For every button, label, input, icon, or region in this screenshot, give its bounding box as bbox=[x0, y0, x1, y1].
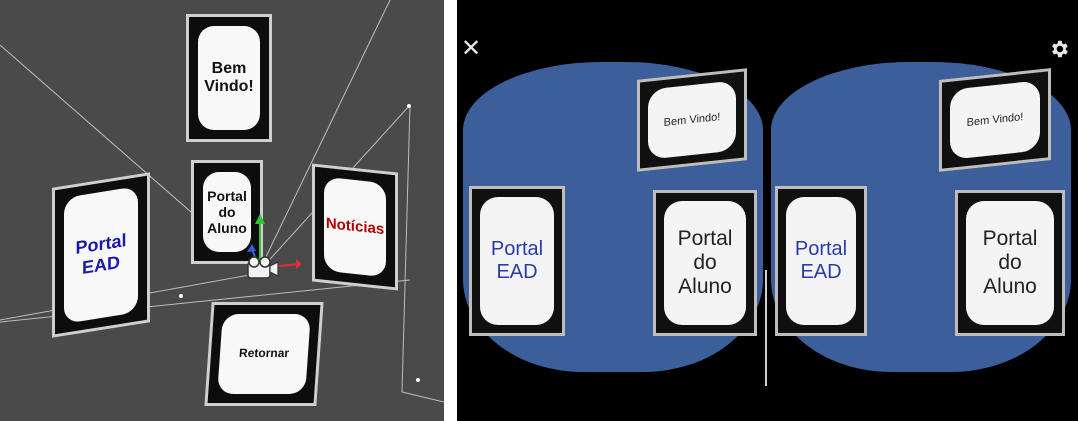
right-panel-student-portal[interactable]: Portal do Aluno bbox=[955, 190, 1065, 336]
left-panel-welcome-label: Bem Vindo! bbox=[648, 80, 736, 160]
right-eye-view: Bem Vindo! Portal EAD Portal do Aluno bbox=[765, 62, 1077, 374]
left-eye-view: Bem Vindo! Portal EAD Portal do Aluno bbox=[457, 62, 769, 374]
panel-back-label: Retornar bbox=[217, 314, 311, 394]
right-panel-ead-portal[interactable]: Portal EAD bbox=[775, 186, 867, 336]
panel-welcome-label: Bem Vindo! bbox=[198, 26, 260, 130]
panel-ead-portal[interactable]: Portal EAD bbox=[52, 172, 150, 338]
right-panel-student-portal-label: Portal do Aluno bbox=[966, 201, 1054, 325]
vr-stereo-view[interactable]: ✕ Bem Vindo! Portal EAD Portal do Aluno … bbox=[457, 0, 1078, 421]
left-panel-welcome[interactable]: Bem Vindo! bbox=[637, 68, 747, 172]
panel-back[interactable]: Retornar bbox=[204, 302, 324, 406]
right-panel-welcome-label: Bem Vindo! bbox=[950, 80, 1040, 160]
camera-gizmo-icon[interactable] bbox=[232, 210, 302, 290]
gear-icon[interactable] bbox=[1048, 38, 1070, 60]
editor-scene-view[interactable]: Bem Vindo! Portal do Aluno Notícias Port… bbox=[0, 0, 444, 421]
right-panel-ead-portal-label: Portal EAD bbox=[786, 197, 856, 325]
eye-divider-line bbox=[765, 270, 767, 386]
panel-welcome[interactable]: Bem Vindo! bbox=[186, 14, 272, 142]
panel-news-label: Notícias bbox=[324, 176, 386, 278]
left-panel-ead-portal[interactable]: Portal EAD bbox=[469, 186, 565, 336]
panel-ead-portal-label: Portal EAD bbox=[64, 186, 138, 324]
right-panel-welcome[interactable]: Bem Vindo! bbox=[939, 68, 1051, 172]
left-panel-student-portal[interactable]: Portal do Aluno bbox=[653, 190, 757, 336]
left-panel-ead-portal-label: Portal EAD bbox=[480, 197, 554, 325]
close-icon[interactable]: ✕ bbox=[461, 34, 481, 63]
panel-news[interactable]: Notícias bbox=[312, 163, 398, 291]
left-panel-student-portal-label: Portal do Aluno bbox=[664, 201, 746, 325]
